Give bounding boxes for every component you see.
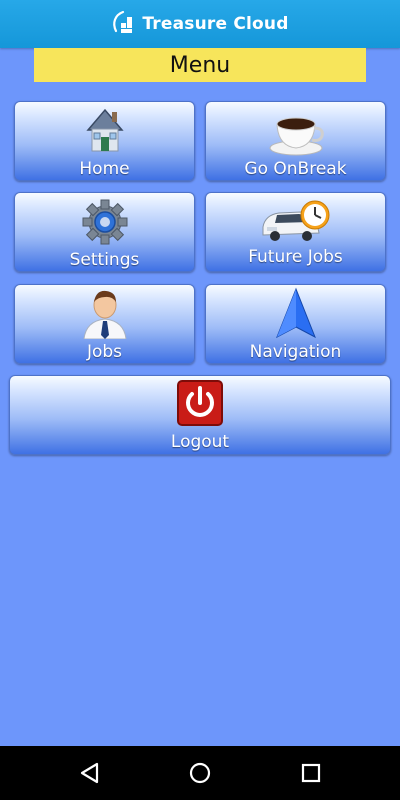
brand-name: Treasure Cloud (142, 14, 289, 34)
brand-logo: Treasure Cloud (111, 9, 288, 39)
house-icon (85, 108, 124, 152)
home-circle-icon[interactable] (186, 759, 214, 787)
car-clock-icon (262, 200, 329, 241)
coffee-cup-icon (269, 117, 324, 156)
settings-button[interactable]: Settings (14, 192, 195, 272)
cloud-logo-icon (113, 10, 133, 33)
jobs-label: Jobs (86, 342, 123, 362)
settings-label: Settings (69, 250, 140, 270)
system-navigation-bar (0, 746, 400, 800)
go-onbreak-label: Go OnBreak (244, 159, 347, 179)
future-jobs-label: Future Jobs (248, 247, 343, 267)
home-label: Home (79, 159, 130, 179)
gear-icon (82, 199, 127, 245)
back-icon[interactable] (75, 759, 103, 787)
logout-label: Logout (170, 432, 230, 452)
navigation-arrow-icon (275, 287, 316, 339)
navigation-label: Navigation (249, 342, 342, 362)
menu-title: Menu (34, 48, 366, 82)
app-header: Treasure Cloud (0, 0, 400, 48)
recents-square-icon[interactable] (297, 759, 325, 787)
logout-button[interactable]: Logout (9, 375, 391, 455)
navigation-button[interactable]: Navigation (205, 284, 386, 364)
go-onbreak-button[interactable]: Go OnBreak (205, 101, 386, 181)
future-jobs-button[interactable]: Future Jobs (205, 192, 386, 272)
jobs-button[interactable]: Jobs (14, 284, 195, 364)
home-button[interactable]: Home (14, 101, 195, 181)
power-icon (177, 380, 223, 426)
person-icon (82, 290, 127, 339)
